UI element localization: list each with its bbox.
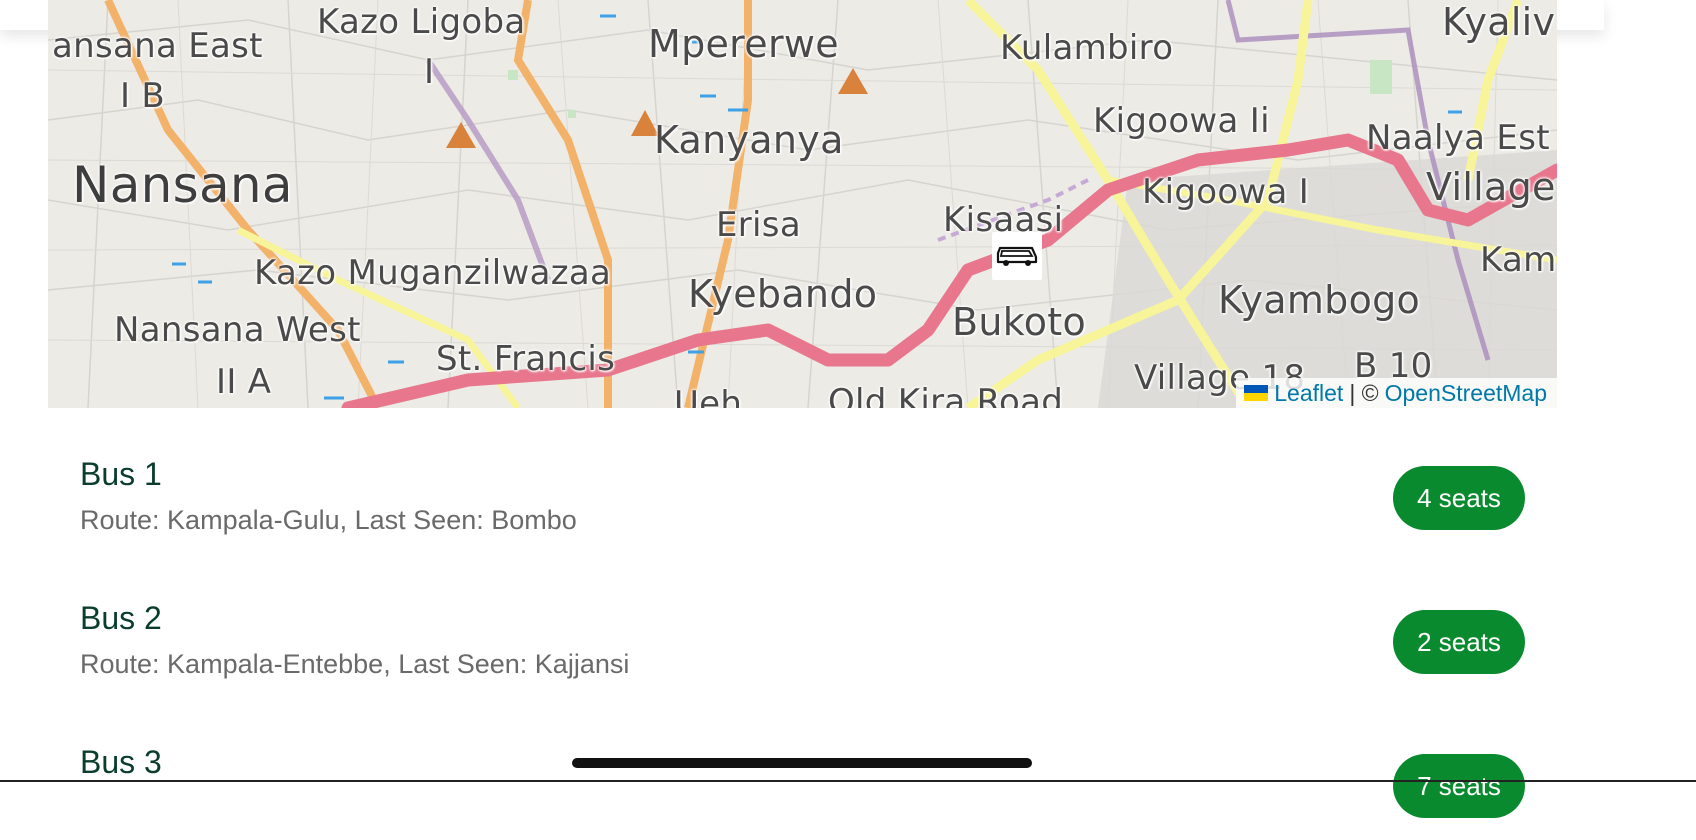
bus-list-item[interactable]: Bus 3 7 seats — [48, 696, 1557, 840]
map-label: Village — [1426, 165, 1556, 209]
map-label: Kyebando — [688, 272, 878, 316]
map-label: Nansana — [72, 156, 293, 214]
seats-badge: 7 seats — [1393, 754, 1525, 818]
leaflet-link[interactable]: Leaflet — [1274, 380, 1343, 407]
map-label: I — [424, 52, 435, 92]
map-label: Naalya Est — [1366, 118, 1550, 158]
bus-name: Bus 3 — [80, 744, 162, 780]
seats-badge: 2 seats — [1393, 610, 1525, 674]
bus-name: Bus 2 — [80, 600, 162, 636]
map-label: Mpererwe — [648, 22, 839, 66]
map-label: ansana East — [52, 26, 263, 66]
map-label: Kigoowa Ii — [1093, 101, 1270, 141]
openstreetmap-link[interactable]: OpenStreetMap — [1385, 380, 1547, 407]
map-label: Kazo Ligoba — [317, 2, 526, 42]
bus-list-item[interactable]: Bus 1 Route: Kampala-Gulu, Last Seen: Bo… — [48, 408, 1557, 552]
bus-marker[interactable] — [992, 232, 1042, 280]
map-label: Erisa — [716, 205, 801, 245]
map-label: Kazo Muganzilwazaa — [254, 253, 612, 293]
ukraine-flag-icon — [1244, 385, 1269, 401]
bus-name: Bus 1 — [80, 456, 162, 492]
bus-icon — [996, 246, 1038, 266]
map-label: II A — [216, 362, 272, 402]
attribution-separator: | © — [1349, 379, 1379, 406]
map-label: Old Kira Road — [828, 382, 1064, 408]
map-label: Kigoowa I — [1142, 172, 1310, 212]
map-label: Kanyanya — [654, 118, 844, 162]
bus-list-item[interactable]: Bus 2 Route: Kampala-Entebbe, Last Seen:… — [48, 552, 1557, 696]
bus-route-info: Route: Kampala-Entebbe, Last Seen: Kajja… — [80, 649, 630, 679]
map-label: Kyambogo — [1218, 278, 1421, 322]
home-indicator — [572, 758, 1032, 768]
map-attribution: Leaflet | © OpenStreetMap — [1236, 378, 1557, 408]
map-label: Nansana West — [114, 310, 361, 350]
map-label: Bukoto — [952, 300, 1087, 344]
map-label: Kyaliv — [1442, 0, 1556, 44]
seats-badge: 4 seats — [1393, 466, 1525, 530]
map-label: I B — [120, 76, 166, 116]
map-view[interactable]: Kazo Ligoba I ansana East I B Nansana Ka… — [48, 0, 1557, 408]
map-label: St. Francis — [436, 339, 616, 379]
bus-route-info: Route: Kampala-Gulu, Last Seen: Bombo — [80, 505, 577, 535]
map-label: Ueh — [674, 384, 743, 408]
map-label: Kulambiro — [1000, 28, 1174, 68]
map-label: Kam — [1480, 240, 1557, 280]
